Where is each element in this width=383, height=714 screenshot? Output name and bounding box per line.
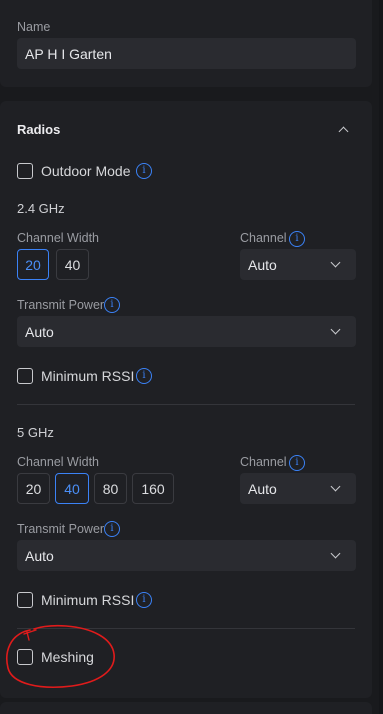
band-24-transmit-power-select[interactable]: Auto: [17, 316, 356, 347]
info-icon[interactable]: i: [104, 521, 120, 537]
info-icon[interactable]: i: [136, 163, 152, 179]
band-24-channel-width-label: Channel Width: [17, 231, 99, 245]
band-24-channel-select[interactable]: Auto: [240, 249, 356, 280]
band-5-transmit-power-label: Transmit Power: [17, 522, 105, 536]
band-24-width-20-button[interactable]: 20: [17, 249, 49, 280]
band-24-channel-value: Auto: [248, 256, 277, 273]
band-5-channel-label: Channel: [240, 455, 287, 469]
band-5-channel-value: Auto: [248, 480, 277, 497]
chevron-down-icon: [330, 481, 341, 492]
scrollbar-track[interactable]: [379, 0, 383, 714]
band-24-min-rssi-label: Minimum RSSI: [41, 368, 135, 384]
band-5-width-160-button[interactable]: 160: [132, 473, 174, 504]
band-5-title: 5 GHz: [17, 425, 54, 440]
band-24-transmit-power-label: Transmit Power: [17, 298, 105, 312]
band-5-channel-width-label: Channel Width: [17, 455, 99, 469]
radios-card: Radios Outdoor Mode i 2.4 GHz Channel Wi…: [0, 101, 372, 698]
band-5-channel-select[interactable]: Auto: [240, 473, 356, 504]
band-24-channel-label: Channel: [240, 231, 287, 245]
info-icon[interactable]: i: [104, 297, 120, 313]
chevron-down-icon: [330, 324, 341, 335]
meshing-checkbox[interactable]: [17, 649, 33, 665]
info-icon[interactable]: i: [136, 592, 152, 608]
meshing-label: Meshing: [41, 649, 94, 665]
band-5-width-20-button[interactable]: 20: [17, 473, 50, 504]
outdoor-mode-checkbox[interactable]: [17, 163, 33, 179]
band-24-min-rssi-checkbox[interactable]: [17, 368, 33, 384]
band-5-min-rssi-checkbox[interactable]: [17, 592, 33, 608]
band-5-width-80-button[interactable]: 80: [94, 473, 127, 504]
band-5-min-rssi-label: Minimum RSSI: [41, 592, 135, 608]
band-5-transmit-power-select[interactable]: Auto: [17, 540, 356, 571]
band-24-title: 2.4 GHz: [17, 201, 65, 216]
chevron-down-icon: [330, 548, 341, 559]
info-icon[interactable]: i: [289, 231, 305, 247]
name-label: Name: [17, 20, 51, 34]
band-24-transmit-power-value: Auto: [25, 323, 54, 340]
outdoor-mode-label: Outdoor Mode: [41, 163, 131, 179]
chevron-up-icon[interactable]: [338, 126, 349, 137]
name-card: Name AP H I Garten: [0, 0, 372, 87]
band-5-transmit-power-value: Auto: [25, 547, 54, 564]
divider: [17, 404, 355, 405]
chevron-down-icon: [330, 257, 341, 268]
divider: [17, 628, 355, 629]
info-icon[interactable]: i: [289, 455, 305, 471]
name-input[interactable]: AP H I Garten: [17, 38, 356, 69]
radios-title: Radios: [17, 122, 61, 137]
band-24-width-40-button[interactable]: 40: [56, 249, 89, 280]
next-card: [0, 702, 372, 714]
info-icon[interactable]: i: [136, 368, 152, 384]
band-5-width-40-button[interactable]: 40: [55, 473, 89, 504]
